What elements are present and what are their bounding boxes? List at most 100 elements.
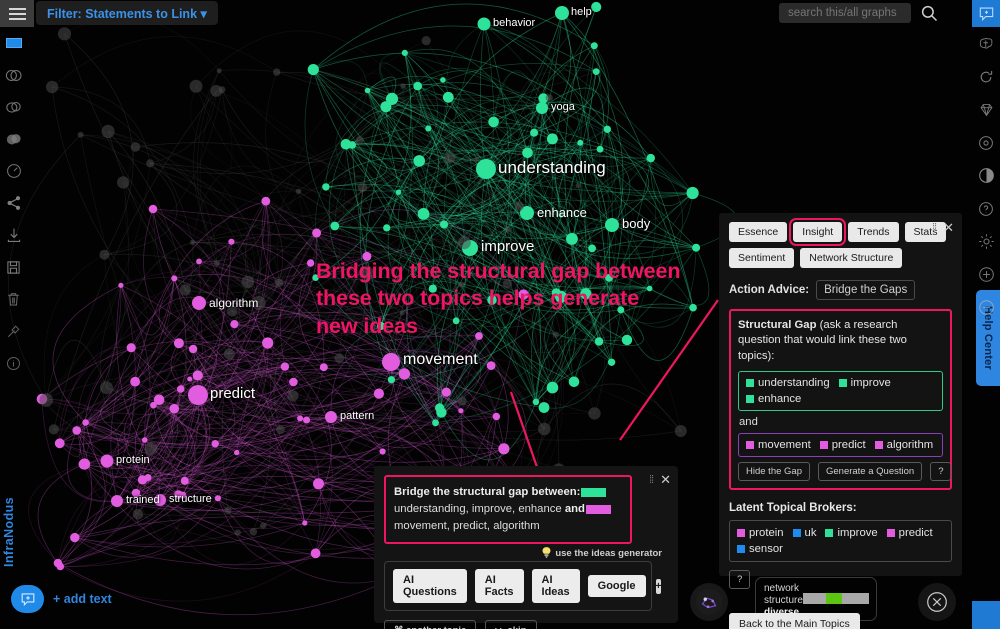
- search-area: [779, 3, 938, 23]
- refresh-icon[interactable]: [972, 60, 1000, 93]
- rail-circles-two[interactable]: [0, 91, 27, 123]
- topic-enhance[interactable]: enhance: [746, 393, 801, 405]
- broker-improve[interactable]: improve: [825, 526, 878, 539]
- right-toolbar: [972, 0, 1000, 629]
- gap-button-[interactable]: ?: [930, 461, 952, 481]
- bridge-swatch-magenta: [585, 504, 611, 514]
- color-swatch-icon: [792, 528, 801, 537]
- color-swatch-icon: [819, 440, 828, 449]
- bridge-panel: ⁞⁞ ✕ Bridge the structural gap between: …: [374, 466, 678, 629]
- action-advice-value[interactable]: Bridge the Gaps: [816, 280, 916, 300]
- trash-icon[interactable]: [0, 283, 27, 315]
- bridge-swatch-green: [581, 487, 607, 497]
- topic-label: algorithm: [886, 438, 934, 451]
- action-advice-row: Action Advice: Bridge the Gaps: [729, 280, 952, 300]
- ai-button-ai-questions[interactable]: AI Questions: [393, 569, 467, 604]
- broker-uk[interactable]: uk: [792, 527, 816, 539]
- topic-label: sensor: [749, 542, 783, 555]
- left-toolbar: InfraNodus: [0, 27, 27, 629]
- rail-view-mode[interactable]: [0, 27, 27, 59]
- topic-movement[interactable]: movement: [746, 439, 811, 451]
- ai-button-google[interactable]: Google: [587, 575, 646, 598]
- bridge-panel-close-icon[interactable]: ✕: [660, 473, 671, 486]
- topic-predict[interactable]: predict: [819, 438, 866, 451]
- tab-sentiment[interactable]: Sentiment: [729, 248, 795, 268]
- diamond-icon[interactable]: [972, 93, 1000, 126]
- tab-essence[interactable]: Essence: [729, 222, 788, 242]
- question-circle-icon[interactable]: [972, 192, 1000, 225]
- share-icon[interactable]: [0, 187, 27, 219]
- latent-brokers-help-button[interactable]: ?: [729, 569, 751, 589]
- back-to-main-topics-button[interactable]: Back to the Main Topics: [729, 612, 860, 629]
- bridge-group-b-text: movement, predict, algorithm: [394, 520, 540, 533]
- add-text-row: + add text: [11, 585, 112, 613]
- clock-icon[interactable]: [0, 155, 27, 187]
- mini-map-icon[interactable]: [690, 583, 728, 621]
- gap-button-hide-the-gap[interactable]: Hide the Gap: [738, 461, 810, 481]
- hamburger-menu-icon[interactable]: [0, 0, 34, 27]
- search-input[interactable]: [779, 3, 911, 23]
- topic-label: protein: [749, 526, 784, 539]
- structural-gap-title-bold: Structural Gap: [738, 319, 817, 331]
- ideas-generator-hint: use the ideas generator: [384, 547, 662, 559]
- color-swatch-icon: [737, 528, 745, 537]
- structural-gap-group-a[interactable]: understanding improve enhance: [738, 370, 943, 411]
- skip-button[interactable]: ▸▸ skip: [485, 620, 537, 629]
- topic-label: enhance: [758, 392, 802, 405]
- eyedropper-icon[interactable]: [0, 315, 27, 347]
- right-rail-bottom-accent: [972, 601, 1000, 629]
- bridge-panel-drag-handle[interactable]: ⁞⁞: [649, 474, 654, 486]
- overlay-advice-message: Bridging the structural gap between thes…: [316, 259, 681, 338]
- rail-circles-filled[interactable]: [0, 123, 27, 155]
- lightbulb-icon: [542, 547, 551, 559]
- insight-panel-controls: ⁞⁞ ✕: [932, 221, 954, 234]
- broker-sensor[interactable]: sensor: [737, 543, 783, 555]
- structural-gap-box: Structural Gap (ask a research question …: [729, 309, 952, 490]
- search-icon[interactable]: [920, 4, 938, 22]
- save-disk-icon[interactable]: [0, 251, 27, 283]
- contrast-icon[interactable]: [972, 159, 1000, 192]
- info-icon[interactable]: [0, 347, 27, 379]
- brain-icon[interactable]: [972, 27, 1000, 60]
- add-text-fab-icon[interactable]: [11, 585, 44, 613]
- another-topic-button[interactable]: ⌘ another topic: [384, 620, 477, 629]
- topic-improve[interactable]: improve: [838, 376, 891, 389]
- topic-label: predict: [831, 438, 866, 451]
- action-advice-label: Action Advice:: [729, 284, 810, 296]
- ai-add-button[interactable]: +: [655, 578, 662, 594]
- target-icon[interactable]: [972, 126, 1000, 159]
- tab-insight[interactable]: Insight: [789, 218, 847, 246]
- minus-circle-icon[interactable]: [972, 291, 1000, 324]
- insight-panel-close-icon[interactable]: ✕: [943, 221, 954, 234]
- topic-label: improve: [850, 376, 891, 389]
- structural-gap-group-b[interactable]: movement predict algorithm: [738, 432, 943, 457]
- structural-gap-and: and: [739, 415, 758, 428]
- tab-network-structure[interactable]: Network Structure: [800, 248, 903, 268]
- ai-button-ai-ideas[interactable]: AI Ideas: [531, 569, 580, 604]
- topic-label: improve: [837, 526, 878, 539]
- color-swatch-icon: [874, 440, 883, 449]
- tab-trends[interactable]: Trends: [848, 222, 899, 242]
- rail-circles-outline[interactable]: [0, 59, 27, 91]
- latent-brokers-box[interactable]: protein uk improve predict sensor: [729, 519, 952, 562]
- download-icon[interactable]: [0, 219, 27, 251]
- gap-button-generate-a-question[interactable]: Generate a Question: [817, 461, 923, 481]
- color-swatch-icon: [746, 394, 754, 403]
- ai-button-ai-facts[interactable]: AI Facts: [474, 569, 524, 604]
- insight-panel: ⁞⁞ ✕ Essence Insight Trends Stats Sentiment…: [719, 213, 962, 629]
- filter-dropdown[interactable]: Filter: Statements to Link ▾: [36, 1, 218, 25]
- brand-label: InfraNodus: [2, 497, 16, 567]
- insight-panel-drag-handle[interactable]: ⁞⁞: [932, 222, 937, 234]
- add-text-button[interactable]: + add text: [53, 592, 112, 606]
- broker-protein[interactable]: protein: [737, 527, 784, 539]
- topic-label: movement: [758, 438, 811, 451]
- broker-predict[interactable]: predict: [886, 527, 933, 539]
- color-swatch-icon: [746, 440, 754, 449]
- bridge-and-text: and: [564, 503, 585, 516]
- plus-circle-icon[interactable]: [972, 258, 1000, 291]
- color-swatch-icon: [737, 544, 745, 553]
- gear-icon[interactable]: [972, 225, 1000, 258]
- color-swatch-icon: [838, 378, 847, 387]
- topic-algorithm[interactable]: algorithm: [874, 438, 934, 451]
- topic-understanding[interactable]: understanding: [746, 377, 830, 389]
